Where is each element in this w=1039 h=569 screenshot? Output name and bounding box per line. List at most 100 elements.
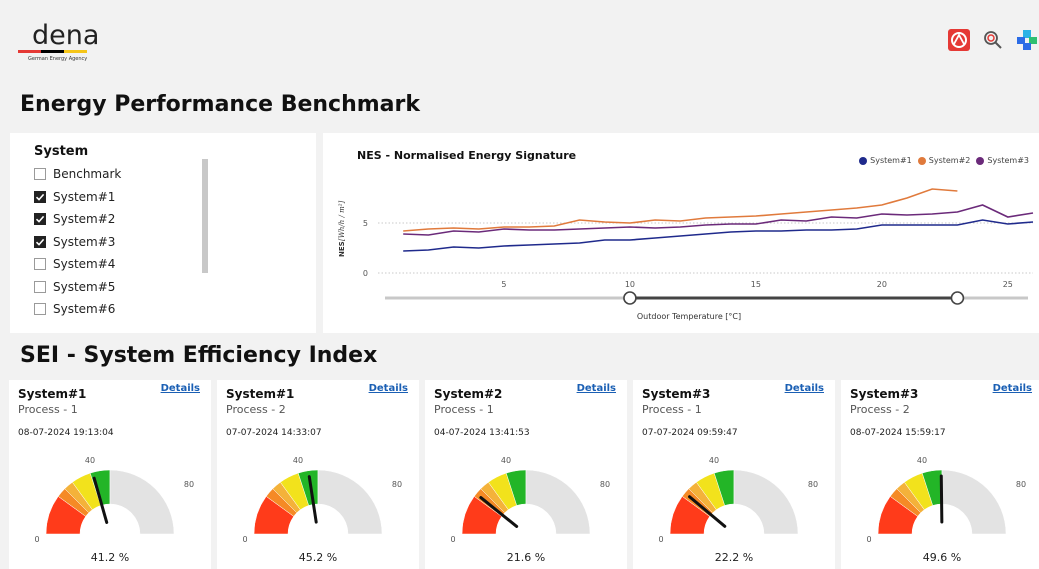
system-slicer: System Benchmark System#1 System#2 System#3… <box>10 133 316 333</box>
logo-subtitle: German Energy Agency <box>28 56 88 62</box>
y-tick-label: 5 <box>363 219 368 228</box>
logo-stripe <box>18 50 88 53</box>
card-system-name: System#1 <box>226 387 295 401</box>
slicer-item-label: System#4 <box>53 257 116 272</box>
gauge-band <box>941 469 1007 535</box>
search-analytics-icon[interactable] <box>981 28 1005 52</box>
gauge-scale-label: 40 <box>85 456 95 465</box>
page-title: Energy Performance Benchmark <box>20 92 420 117</box>
card-system-name: System#3 <box>642 387 711 401</box>
card-process-name: Process - 1 <box>18 403 78 416</box>
checkbox[interactable] <box>34 168 46 181</box>
card-timestamp: 07-07-2024 14:33:07 <box>226 428 322 438</box>
gauge-scale-label: 40 <box>501 456 511 465</box>
logo-wordmark: dena <box>32 20 100 51</box>
efficiency-gauge: 0 40 80 <box>450 456 610 544</box>
slicer-item-benchmark[interactable]: Benchmark <box>34 163 121 186</box>
card-process-name: Process - 2 <box>850 403 910 416</box>
card-process-name: Process - 1 <box>642 403 702 416</box>
efficiency-gauge: 0 40 80 <box>34 456 194 544</box>
x-tick-label: 5 <box>501 280 506 289</box>
puzzle-icon[interactable] <box>1015 28 1039 52</box>
card-process-name: Process - 1 <box>434 403 494 416</box>
slicer-scrollbar[interactable] <box>202 159 208 273</box>
details-link[interactable]: Details <box>785 383 824 394</box>
card-timestamp: 04-07-2024 13:41:53 <box>434 428 530 438</box>
card-system-name: System#1 <box>18 387 87 401</box>
gauge-scale-label: 80 <box>808 480 818 489</box>
gauge-scale-label: 0 <box>658 535 663 544</box>
x-tick-label: 15 <box>751 280 761 289</box>
checkbox[interactable] <box>34 258 46 271</box>
gauge-value: 22.2 % <box>714 551 754 564</box>
slicer-title: System <box>34 144 89 159</box>
dena-logo: dena German Energy Agency <box>18 20 108 65</box>
gauge-value: 41.2 % <box>90 551 130 564</box>
y-axis-label: NES <box>338 241 346 257</box>
efficiency-gauge: 0 40 80 <box>866 456 1026 544</box>
gauge-value: 21.6 % <box>506 551 546 564</box>
gauge-scale-label: 0 <box>450 535 455 544</box>
series-line-system3[interactable] <box>403 204 1034 236</box>
checkbox[interactable] <box>34 190 46 203</box>
sei-gauge-card: System#1 Details Process - 1 08-07-2024 19:… <box>9 380 211 569</box>
slicer-list: Benchmark System#1 System#2 System#3 System#… <box>34 163 121 321</box>
details-link[interactable]: Details <box>369 383 408 394</box>
gauge-band <box>317 469 383 535</box>
sei-gauge-card: System#3 Details Process - 1 07-07-2024 09:… <box>633 380 835 569</box>
gauge-scale-label: 40 <box>293 456 303 465</box>
gauge-band <box>525 469 591 535</box>
toolbar <box>947 28 1039 52</box>
slicer-item-system4[interactable]: System#4 <box>34 253 121 276</box>
slicer-item-label: Benchmark <box>53 167 122 182</box>
gauge-scale-label: 40 <box>709 456 719 465</box>
x-tick-label: 25 <box>1003 280 1013 289</box>
slicer-item-system3[interactable]: System#3 <box>34 231 121 254</box>
card-system-name: System#3 <box>850 387 919 401</box>
checkbox[interactable] <box>34 303 46 316</box>
gauge-value: 49.6 % <box>922 551 962 564</box>
gauge-scale-label: 80 <box>392 480 402 489</box>
slicer-item-system5[interactable]: System#5 <box>34 276 121 299</box>
details-link[interactable]: Details <box>577 383 616 394</box>
slicer-item-label: System#2 <box>53 212 116 227</box>
gauge-value: 45.2 % <box>298 551 338 564</box>
slicer-item-system1[interactable]: System#1 <box>34 186 121 209</box>
gauge-scale-label: 0 <box>242 535 247 544</box>
gauge-scale-label: 0 <box>34 535 39 544</box>
x-tick-label: 20 <box>877 280 887 289</box>
nes-line-chart: 0 5 5 10 15 20 25 NES[Wh/h / m²] Outdoor Tempera… <box>338 188 1034 321</box>
sei-gauge-card: System#3 Details Process - 2 08-07-2024 15:… <box>841 380 1039 569</box>
slicer-item-label: System#6 <box>53 302 116 317</box>
gauge-needle <box>939 474 944 524</box>
app-logo-icon[interactable] <box>947 28 971 52</box>
card-timestamp: 08-07-2024 15:59:17 <box>850 428 946 438</box>
y-axis-unit: [Wh/h / m²] <box>338 200 346 241</box>
gauge-scale-label: 0 <box>866 535 871 544</box>
y-tick-label: 0 <box>363 269 368 278</box>
card-system-name: System#2 <box>434 387 503 401</box>
sei-gauge-card: System#1 Details Process - 2 07-07-2024 14:… <box>217 380 419 569</box>
x-axis-label: Outdoor Temperature [°C] <box>637 312 741 321</box>
x-tick-label: 10 <box>625 280 635 289</box>
efficiency-gauge: 0 40 80 <box>242 456 402 544</box>
checkbox[interactable] <box>34 213 46 226</box>
details-link[interactable]: Details <box>161 383 200 394</box>
series-line-system2[interactable] <box>403 188 958 232</box>
slicer-item-system6[interactable]: System#6 <box>34 298 121 321</box>
gauge-scale-label: 40 <box>917 456 927 465</box>
gauge-scale-label: 80 <box>184 480 194 489</box>
details-link[interactable]: Details <box>993 383 1032 394</box>
range-slider-min-handle[interactable] <box>623 291 637 305</box>
nes-chart-panel: NES - Normalised Energy Signature System… <box>323 133 1039 333</box>
slicer-item-label: System#3 <box>53 234 116 249</box>
card-timestamp: 08-07-2024 19:13:04 <box>18 428 114 438</box>
range-slider-max-handle[interactable] <box>950 291 965 305</box>
checkbox[interactable] <box>34 235 46 248</box>
card-process-name: Process - 2 <box>226 403 286 416</box>
slicer-item-label: System#1 <box>53 189 116 204</box>
checkbox[interactable] <box>34 280 46 293</box>
sei-gauge-card: System#2 Details Process - 1 04-07-2024 13:… <box>425 380 627 569</box>
slicer-item-system2[interactable]: System#2 <box>34 208 121 231</box>
gauge-scale-label: 80 <box>1016 480 1026 489</box>
